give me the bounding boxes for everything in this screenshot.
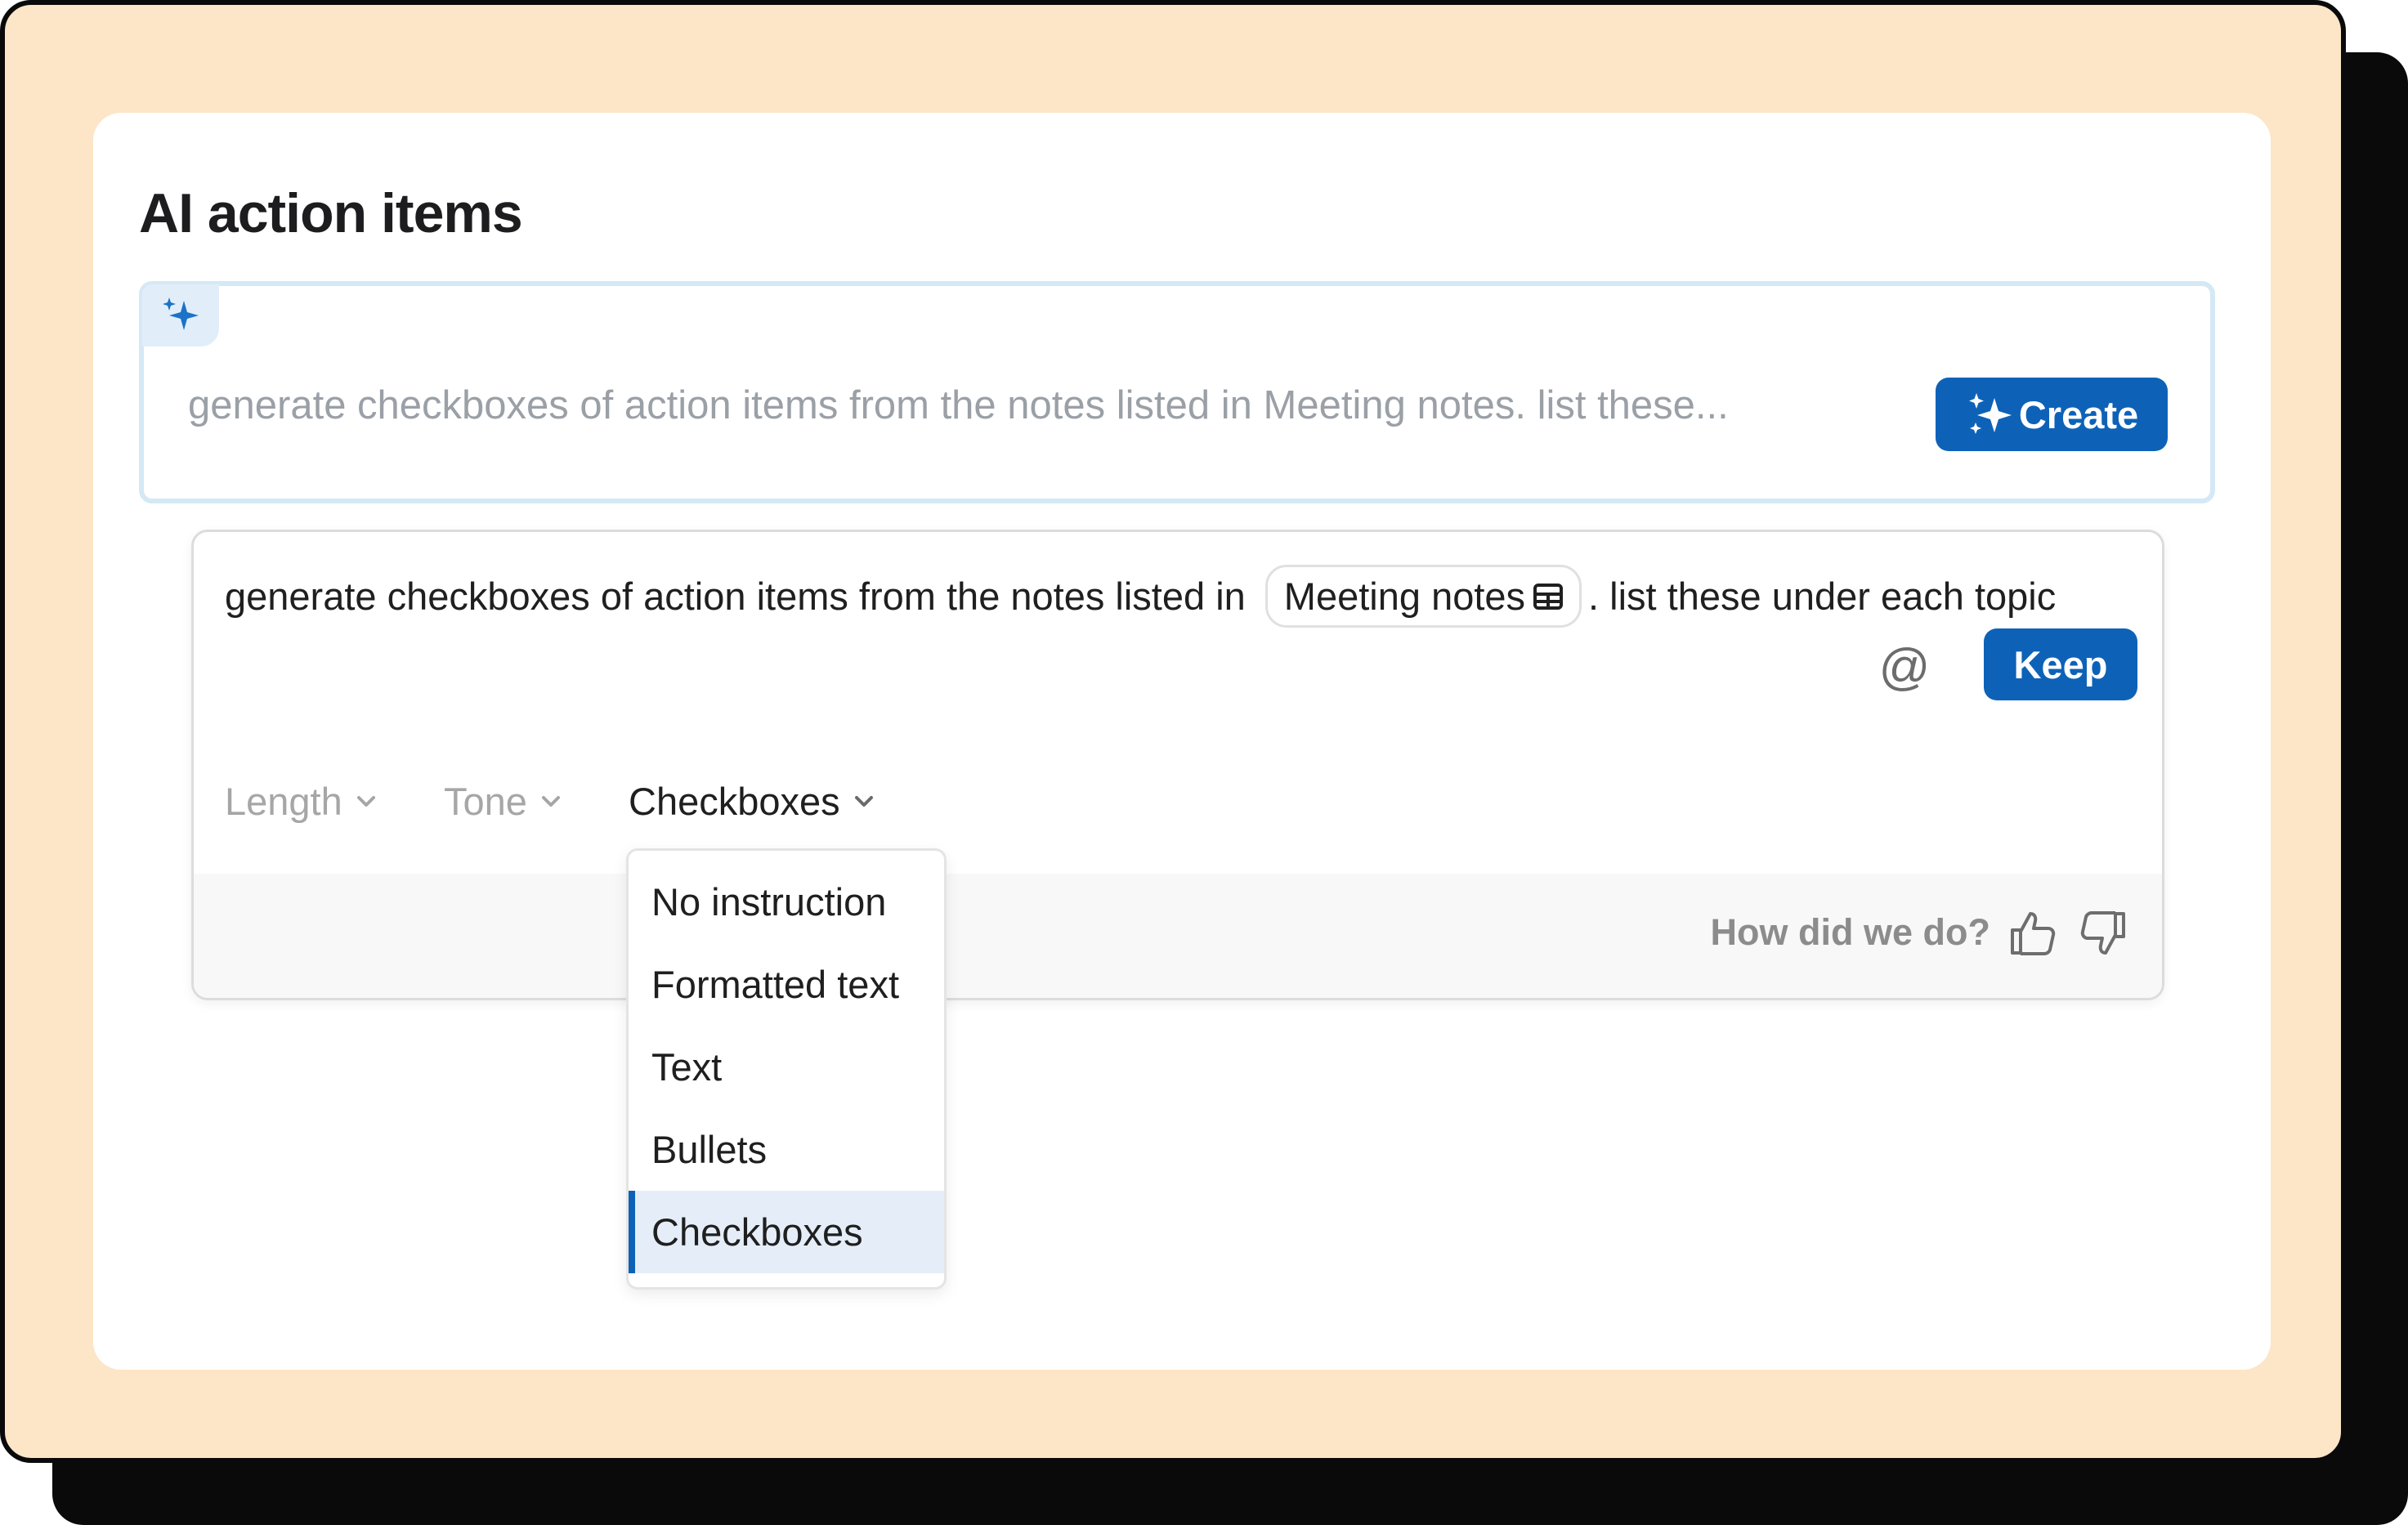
frame: AI action items generate checkboxes of a… (0, 0, 2346, 1463)
page-title: AI action items (139, 182, 523, 244)
create-button[interactable]: Create (1936, 378, 2168, 451)
main-card: AI action items generate checkboxes of a… (93, 113, 2271, 1370)
ai-prompt-box[interactable]: generate checkboxes of action items from… (139, 281, 2215, 503)
prompt-input[interactable]: generate checkboxes of action items from… (188, 382, 1855, 428)
result-text: generate checkboxes of action items from… (225, 565, 2056, 628)
at-icon[interactable]: @ (1876, 638, 1933, 695)
thumbs-down-icon[interactable] (2077, 906, 2131, 960)
feedback-bar: How did we do? (194, 874, 2162, 998)
create-button-label: Create (2018, 392, 2139, 436)
format-label: Checkboxes (629, 780, 840, 823)
result-text-after: . list these under each topic (1588, 575, 2057, 618)
tone-dropdown[interactable]: Tone (444, 779, 562, 824)
length-dropdown[interactable]: Length (225, 779, 377, 824)
table-icon (1533, 583, 1564, 610)
dropdown-item-checkboxes[interactable]: Checkboxes (629, 1191, 944, 1273)
result-text-before: generate checkboxes of action items from… (225, 575, 1246, 618)
dropdown-item-text[interactable]: Text (629, 1026, 944, 1108)
keep-button[interactable]: Keep (1984, 628, 2137, 700)
sparkle-icon (1968, 393, 2012, 434)
chevron-down-icon (356, 795, 375, 807)
length-label: Length (225, 780, 342, 823)
thumbs-up-icon[interactable] (2005, 906, 2059, 960)
result-panel: generate checkboxes of action items from… (191, 530, 2164, 1000)
format-dropdown[interactable]: Checkboxes (629, 779, 875, 824)
feedback-label: How did we do? (1710, 911, 1990, 953)
format-dropdown-menu: No instruction Formatted text Text Bulle… (626, 848, 947, 1290)
sparkle-icon (142, 284, 219, 347)
dropdown-item-bullets[interactable]: Bullets (629, 1108, 944, 1191)
mention-chip[interactable]: Meeting notes (1264, 565, 1582, 628)
dropdown-item-formatted-text[interactable]: Formatted text (629, 943, 944, 1026)
chevron-down-icon (541, 795, 560, 807)
chevron-down-icon (854, 795, 873, 807)
tone-label: Tone (444, 780, 527, 823)
dropdown-item-no-instruction[interactable]: No instruction (629, 861, 944, 943)
mention-label: Meeting notes (1283, 575, 1526, 618)
